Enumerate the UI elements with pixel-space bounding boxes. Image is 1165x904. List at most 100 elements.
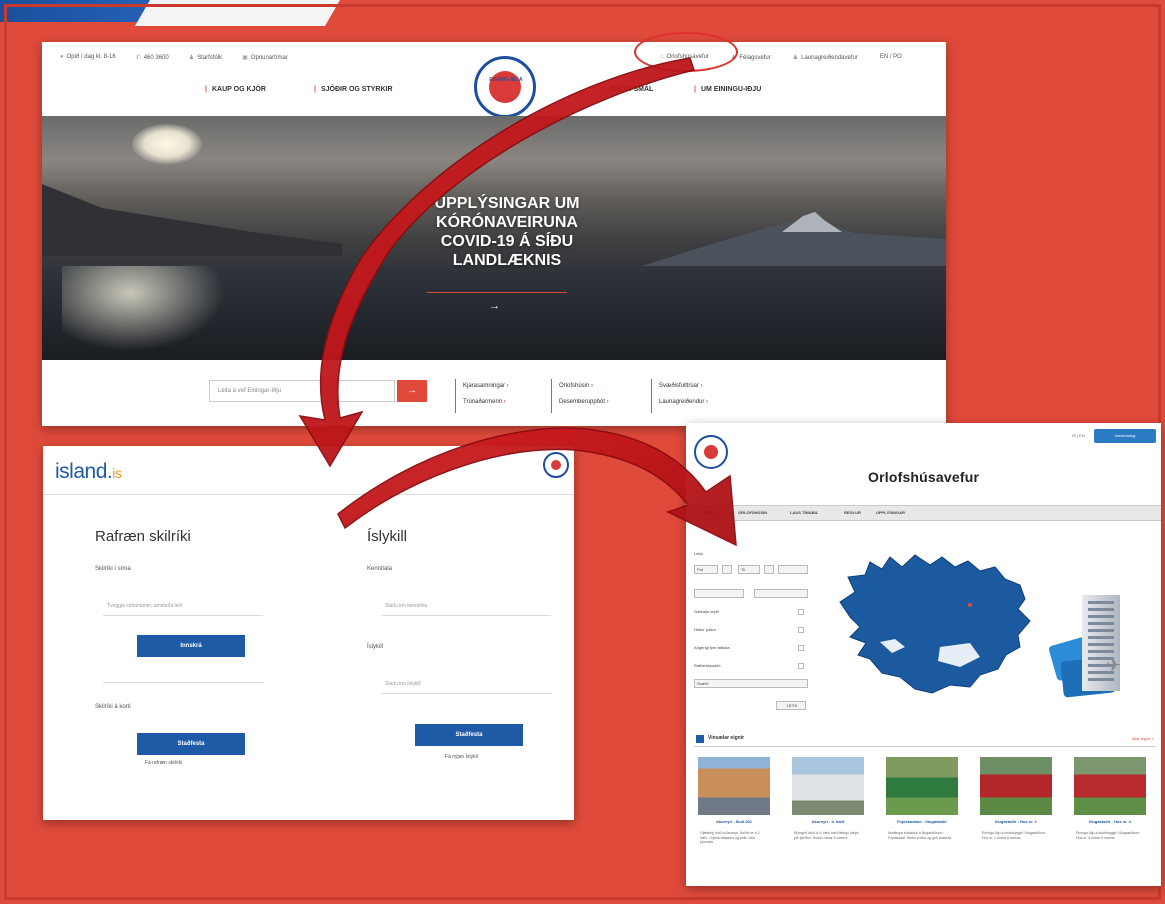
iceland-map[interactable] (820, 547, 1040, 697)
property-image (698, 757, 770, 815)
quicklink-item[interactable]: Svæðisfulltrúar (659, 383, 703, 389)
orlof-title: Orlofshúsavefur (868, 469, 980, 485)
header-divider (43, 494, 574, 495)
property-description: Einingu-Iðju á orlofsbyggð í Illugastöðu… (1076, 831, 1141, 840)
region-select[interactable]: Svæði (694, 679, 808, 688)
quicklink-divider (651, 379, 652, 413)
checkbox[interactable] (798, 663, 804, 669)
hero-arrow-icon[interactable]: → (489, 300, 500, 312)
islykill-label: Íslykill (367, 644, 383, 650)
quicklink-item[interactable]: Orlofshúsin (559, 383, 593, 389)
property-title[interactable]: Fnjóskadalur - Illugastaðir (882, 819, 962, 824)
orlof-nav: FORSÍÐA ORLOFSHÚSIN LAUS TÍMABIL REGLUR … (686, 505, 1161, 521)
quicklink-divider (551, 379, 552, 413)
logo-text: EINING-IÐJA (489, 77, 523, 83)
quicklink-item[interactable]: Desemberuppbót (559, 399, 609, 405)
date-to-select[interactable]: Til (738, 565, 760, 574)
nav-item-orlofshusin[interactable]: ORLOFSHÚSIN (738, 510, 767, 515)
search-input[interactable]: Leita á vef Einingar-Iðju (209, 380, 395, 402)
nav-item-laus-timabil[interactable]: LAUS TÍMABIL (790, 510, 818, 515)
region-row: Svæði (694, 679, 808, 689)
eining-website-screenshot: ● Opið í dag kl. 8-16 ✆ 460 3600 ♟ Starfsfó… (42, 42, 946, 426)
employers-link[interactable]: ♟ Launagreiðendavefur (793, 54, 858, 61)
checkbox[interactable] (798, 645, 804, 651)
card-confirm-button[interactable]: Staðfesta (137, 733, 245, 755)
filter-title: Leita (694, 551, 703, 556)
checkbox-row: Aðgengi fyrir fatlaða (694, 645, 808, 655)
property-title[interactable]: Akureyri - Íbúð 201 (694, 819, 774, 824)
property-cards: Akureyri - Íbúð 201 Glæsileg íbúð á Akur… (694, 757, 1156, 886)
staff-link[interactable]: ♟ Starfsfólk (189, 54, 222, 61)
person-icon: ♟ (792, 55, 799, 61)
checkbox-row: Gæludýr leyfð (694, 609, 808, 619)
property-image (792, 757, 864, 815)
search-submit-button[interactable]: LEITA (776, 701, 806, 710)
month-select[interactable] (778, 565, 808, 574)
location-marker-icon (968, 603, 972, 607)
top-login-button[interactable]: Innskráning (1094, 429, 1156, 443)
nav-item-kaup-og-kjor[interactable]: KAUP OG KJÖR (205, 86, 266, 93)
language-flags[interactable]: IS | EN (1072, 433, 1085, 438)
highlight-circle (634, 32, 738, 72)
islykill-confirm-button[interactable]: Staðfesta (415, 724, 523, 746)
date-calendar-icon[interactable] (722, 565, 732, 574)
card-id-label: Skilríki á korti (95, 704, 131, 710)
main-nav: KAUP OG KJÖR SJÓÐIR OG STYRKIR ORLOFSMÁL… (42, 86, 946, 106)
property-image (1074, 757, 1146, 815)
date-calendar-icon[interactable] (764, 565, 774, 574)
islykill-title: Íslykill (367, 528, 407, 545)
phone-link[interactable]: ✆ 460 3600 (136, 54, 169, 61)
property-title[interactable]: Akureyri - 4. hæð (788, 819, 868, 824)
quicklink-item[interactable]: Trúnaðarmenn (463, 399, 506, 405)
quicklink-item[interactable]: Launagreiðendur (659, 399, 708, 405)
nav-item-forsida[interactable]: FORSÍÐA (698, 510, 716, 515)
checkbox[interactable] (798, 627, 804, 633)
nav-item-orlofsmal[interactable]: ORLOFSMÁL (602, 86, 653, 93)
search-row: Leita á vef Einingar-Iðju → (209, 380, 434, 402)
property-image (980, 757, 1052, 815)
airplane-icon: ✈ (1106, 655, 1122, 675)
all-properties-link[interactable]: Allar eignir » (1132, 736, 1154, 741)
hero-mountain-snow (782, 212, 842, 232)
property-description: Rúmgóð íbúð á 4. hæð með fallegu útsýni … (794, 831, 859, 840)
hours-link[interactable]: ▣ Opnunartímar (242, 54, 288, 61)
eining-mini-logo (543, 452, 569, 478)
kennitala-input[interactable]: Slaðu inn kennitölu (381, 596, 551, 616)
nav-item-upplysingar[interactable]: UPPLÝSINGAR (876, 510, 905, 515)
popular-section-title: Vinsælar eignir (708, 735, 745, 741)
nav-item-um-eininguidju[interactable]: UM EININGU-IÐJU (694, 86, 761, 93)
eining-logo-small[interactable] (694, 435, 728, 469)
property-description: Einingu-Iðju á orlofsbyggð í Illugastöðu… (982, 831, 1047, 840)
building-graphic-icon (1082, 595, 1120, 691)
hero-mountain-right (642, 218, 946, 266)
orlofshusavefur-screenshot: IS | EN Innskráning Orlofshúsavefur FORS… (686, 423, 1161, 886)
clock-icon: ● (60, 54, 64, 60)
phone-number-input[interactable]: Tveggja símanúmer, umritaða leið (103, 596, 263, 616)
property-title[interactable]: Illugastaðir - Hús nr. 1 (976, 819, 1056, 824)
get-islykill-link[interactable]: Fá nýjan Íslykil (445, 754, 478, 760)
orlof-header: IS | EN Innskráning Orlofshúsavefur (686, 423, 1161, 499)
hero-sun (132, 124, 202, 164)
date-from-select[interactable]: Frá (694, 565, 718, 574)
islykill-input[interactable]: Slaðu inn Íslykill (381, 674, 551, 694)
date-from-row: Frá Til (694, 565, 808, 575)
section-divider (103, 682, 263, 683)
quicklink-item[interactable]: Kjarasamningar (463, 383, 509, 389)
to-select[interactable] (754, 589, 808, 598)
property-title[interactable]: Illugastaðir - Hús nr. 4 (1070, 819, 1150, 824)
kennitala-label: Kennitala (367, 566, 393, 572)
language-switch[interactable]: EN / PO (880, 54, 902, 61)
property-image (886, 757, 958, 815)
hero-title[interactable]: UPPLÝSINGAR UM KÓRÓNAVEIRUNA COVID-19 Á … (397, 194, 617, 270)
search-button[interactable]: → (397, 380, 427, 402)
login-button[interactable]: Innskrá (137, 635, 245, 657)
phone-id-label: Skilríki í síma (95, 566, 131, 572)
checkbox-row: Heitur pottur (694, 627, 808, 637)
from-select[interactable] (694, 589, 744, 598)
nav-item-sjodir-og-styrkir[interactable]: SJÓÐIR OG STYRKIR (314, 86, 393, 93)
nav-item-reglur[interactable]: REGLUR (844, 510, 861, 515)
get-electronic-id-link[interactable]: Fá rafræn skilríki (145, 760, 182, 766)
date-range-row (694, 589, 808, 599)
checkbox[interactable] (798, 609, 804, 615)
island-logo[interactable]: island.is (55, 460, 122, 484)
